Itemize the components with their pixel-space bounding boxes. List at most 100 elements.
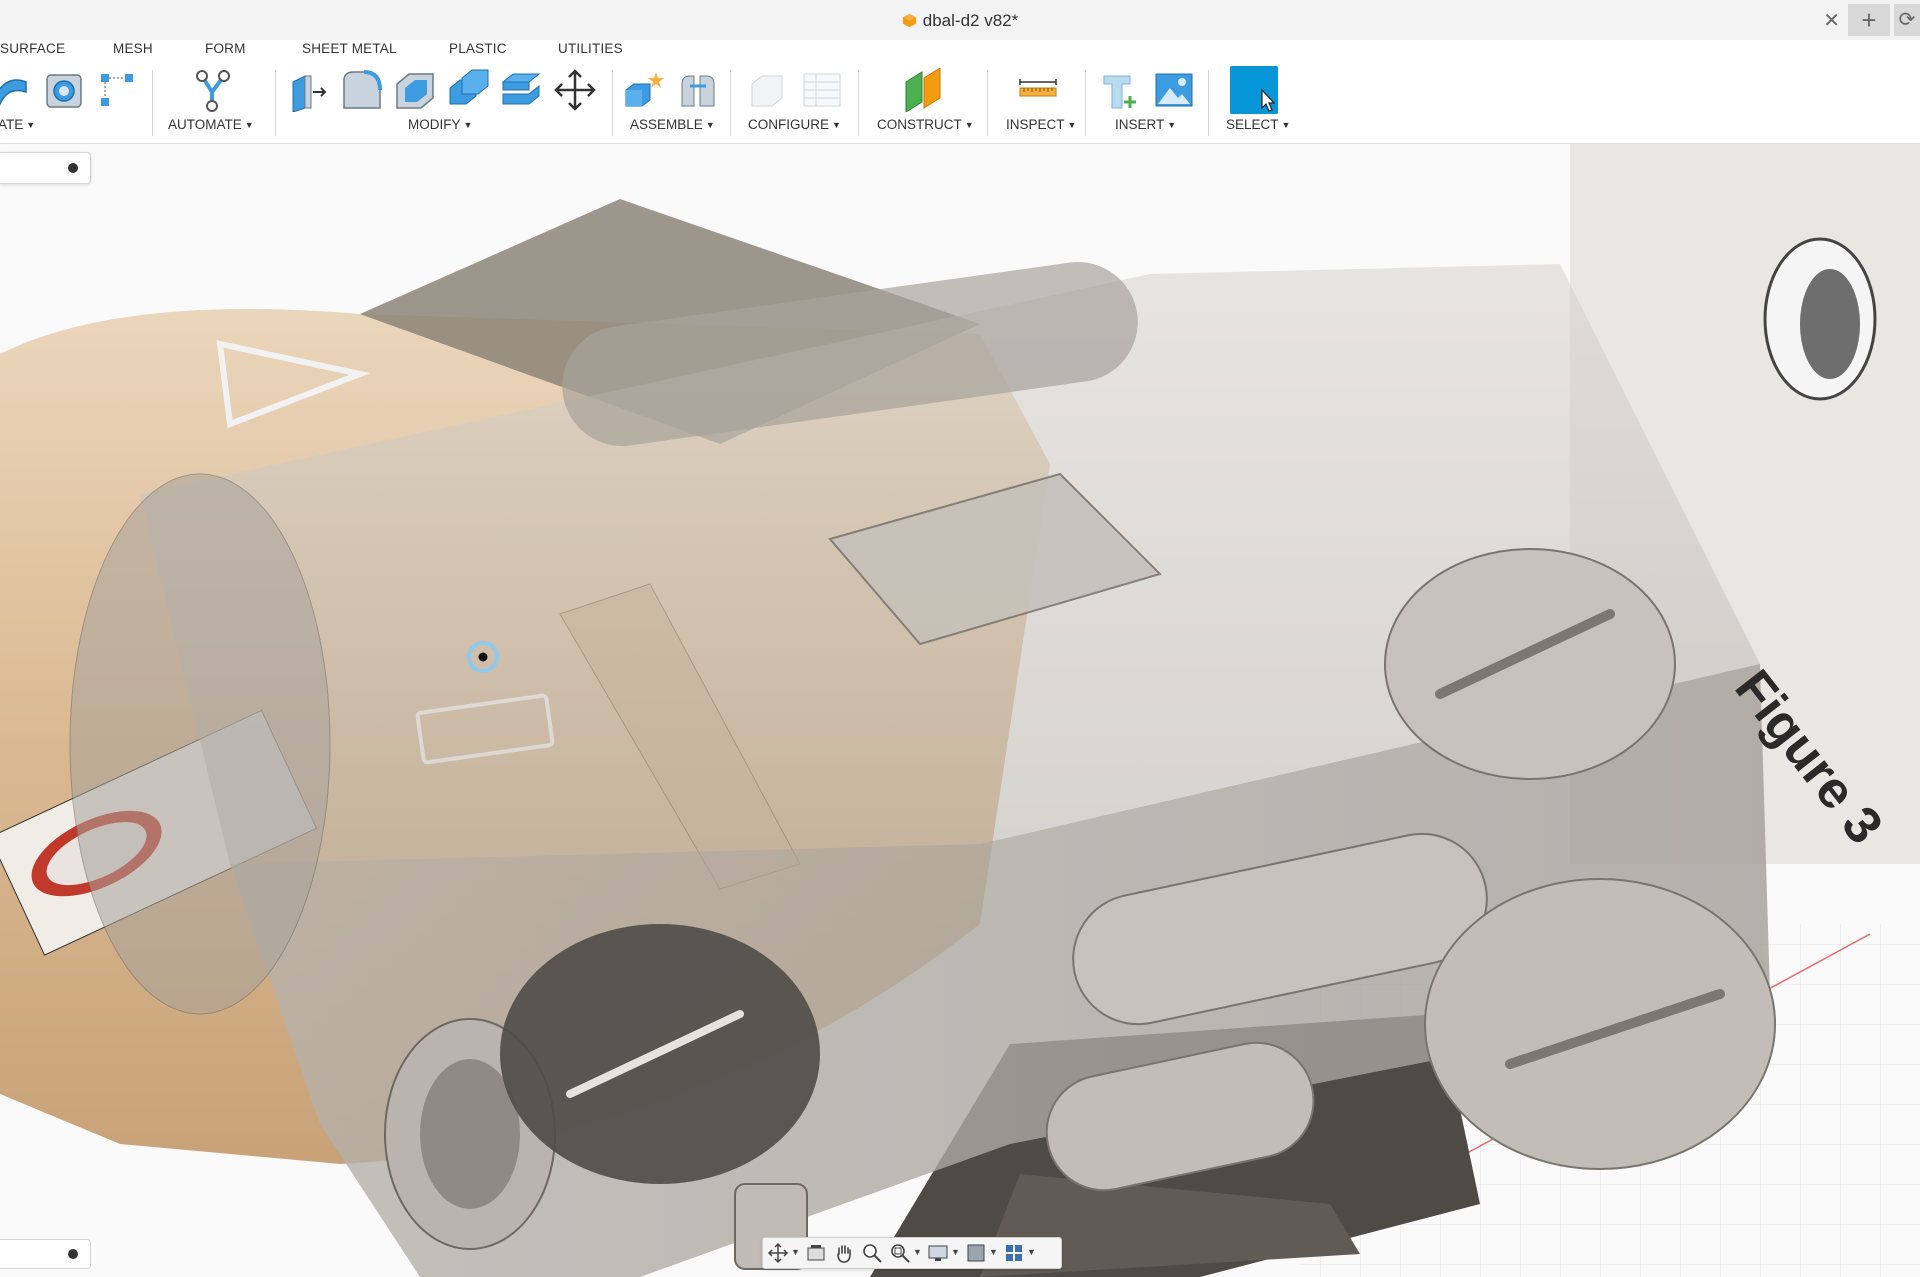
select-menu[interactable]: SELECT ▼ — [1226, 117, 1290, 132]
display-settings-button[interactable] — [927, 1242, 951, 1264]
chevron-down-icon[interactable]: ▼ — [791, 1247, 800, 1257]
chevron-down-icon: ▼ — [1167, 120, 1177, 130]
chevron-down-icon: ▼ — [1281, 120, 1291, 130]
revolve-icon — [0, 79, 27, 106]
cursor-icon — [1261, 88, 1276, 112]
chevron-down-icon: ▼ — [1067, 120, 1077, 130]
chevron-down-icon[interactable]: ▼ — [1027, 1247, 1036, 1257]
move-copy-tool[interactable] — [553, 68, 597, 112]
model-scene[interactable] — [0, 144, 1920, 1277]
divider — [275, 70, 276, 136]
configure-menu[interactable]: CONFIGURE ▼ — [748, 117, 841, 132]
automate-menu[interactable]: AUTOMATE ▼ — [168, 117, 254, 132]
design-file-icon — [902, 13, 916, 28]
automate-menu-label: AUTOMATE — [168, 117, 242, 132]
document-tab[interactable]: dbal-d2 v82* — [0, 11, 1920, 31]
configure-icon — [751, 75, 783, 107]
modify-menu[interactable]: MODIFY ▼ — [408, 117, 472, 132]
fillet-tool[interactable] — [340, 68, 384, 112]
cad-end-cap — [69, 473, 331, 1015]
inspect-menu-label: INSPECT — [1006, 117, 1065, 132]
chevron-down-icon: ▼ — [832, 120, 841, 130]
combine-tool[interactable] — [446, 68, 490, 112]
expand-icon — [68, 163, 78, 173]
combine-icon — [449, 69, 489, 105]
move-icon — [554, 69, 596, 111]
zoom-button[interactable] — [861, 1242, 885, 1264]
insert-menu[interactable]: INSERT ▼ — [1115, 117, 1176, 132]
visual-style-button[interactable] — [965, 1242, 989, 1264]
measure-tool[interactable] — [1016, 68, 1060, 112]
press-pull-tool[interactable] — [287, 68, 331, 113]
document-title: dbal-d2 v82* — [922, 11, 1019, 30]
chevron-down-icon[interactable]: ▼ — [951, 1247, 960, 1257]
cad-side-knob — [1424, 878, 1776, 1170]
title-bar: dbal-d2 v82* ✕ + ⟳ — [0, 0, 1920, 41]
fillet-icon — [343, 70, 382, 109]
configure-menu-label: CONFIGURE — [748, 117, 829, 132]
create-menu-label: ATE — [0, 117, 24, 132]
chevron-down-icon: ▼ — [244, 120, 254, 130]
viewports-button[interactable] — [1003, 1242, 1027, 1264]
tab-surface[interactable]: SURFACE — [0, 41, 65, 56]
pan-button[interactable] — [833, 1242, 857, 1264]
zoom-icon — [863, 1244, 882, 1263]
visual-style-icon — [967, 1244, 985, 1262]
close-tab-button[interactable]: ✕ — [1823, 8, 1840, 33]
browser-panel-collapsed[interactable] — [0, 152, 91, 184]
sync-icon[interactable]: ⟳ — [1894, 4, 1920, 36]
divider — [858, 70, 859, 136]
construct-menu[interactable]: CONSTRUCT ▼ — [877, 117, 974, 132]
image-icon — [1155, 73, 1193, 107]
new-component-tool[interactable] — [622, 68, 666, 112]
select-tool[interactable] — [1230, 66, 1278, 114]
insert-derive-tool[interactable] — [1100, 68, 1144, 112]
construct-menu-label: CONSTRUCT — [877, 117, 962, 132]
divider — [1085, 70, 1086, 136]
measure-icon — [1019, 79, 1057, 97]
comments-panel-collapsed[interactable] — [0, 1239, 91, 1269]
shell-icon — [396, 73, 434, 109]
configuration-table-tool[interactable] — [800, 68, 844, 112]
new-tab-button[interactable]: + — [1848, 4, 1890, 36]
look-at-button[interactable] — [805, 1242, 829, 1264]
split-body-tool[interactable] — [499, 68, 543, 112]
toolbar-ribbon: SURFACE MESH FORM SHEET METAL PLASTIC UT… — [0, 40, 1920, 144]
insert-menu-label: INSERT — [1115, 117, 1165, 132]
tab-utilities[interactable]: UTILITIES — [558, 41, 623, 56]
tab-sheet-metal[interactable]: SHEET METAL — [302, 41, 397, 56]
selection-point[interactable] — [478, 652, 488, 662]
tab-form[interactable]: FORM — [205, 41, 246, 56]
inspect-menu[interactable]: INSPECT ▼ — [1006, 117, 1076, 132]
hole-tool[interactable] — [42, 68, 86, 112]
chevron-down-icon: ▼ — [463, 120, 473, 130]
tab-mesh[interactable]: MESH — [113, 41, 153, 56]
joint-icon — [681, 75, 715, 107]
configure-tool[interactable] — [746, 68, 790, 112]
orbit-button[interactable] — [767, 1242, 791, 1264]
canvas-viewport[interactable]: Figure 3 — [0, 144, 1920, 1277]
assemble-menu[interactable]: ASSEMBLE ▼ — [630, 117, 715, 132]
new-component-icon — [625, 72, 664, 107]
chevron-down-icon[interactable]: ▼ — [989, 1247, 998, 1257]
add-icon — [68, 1249, 78, 1259]
cad-rear-knob — [1384, 548, 1676, 780]
create-menu[interactable]: ATE ▼ — [0, 117, 35, 132]
divider — [152, 70, 153, 136]
revolve-tool[interactable] — [0, 68, 36, 112]
display-settings-icon — [928, 1245, 948, 1261]
zoom-window-icon — [891, 1244, 910, 1263]
select-menu-label: SELECT — [1226, 117, 1279, 132]
offset-plane-tool[interactable] — [902, 67, 946, 113]
chevron-down-icon: ▼ — [705, 120, 715, 130]
fire-button-texture — [1800, 269, 1860, 379]
divider — [1208, 70, 1209, 136]
joint-tool[interactable] — [676, 68, 720, 112]
zoom-window-button[interactable] — [889, 1242, 913, 1264]
canvas-tool[interactable] — [1152, 68, 1196, 112]
automate-tool[interactable] — [190, 68, 234, 112]
pattern-tool[interactable] — [95, 68, 139, 112]
tab-plastic[interactable]: PLASTIC — [449, 41, 507, 56]
chevron-down-icon[interactable]: ▼ — [913, 1247, 922, 1257]
shell-tool[interactable] — [393, 68, 437, 112]
